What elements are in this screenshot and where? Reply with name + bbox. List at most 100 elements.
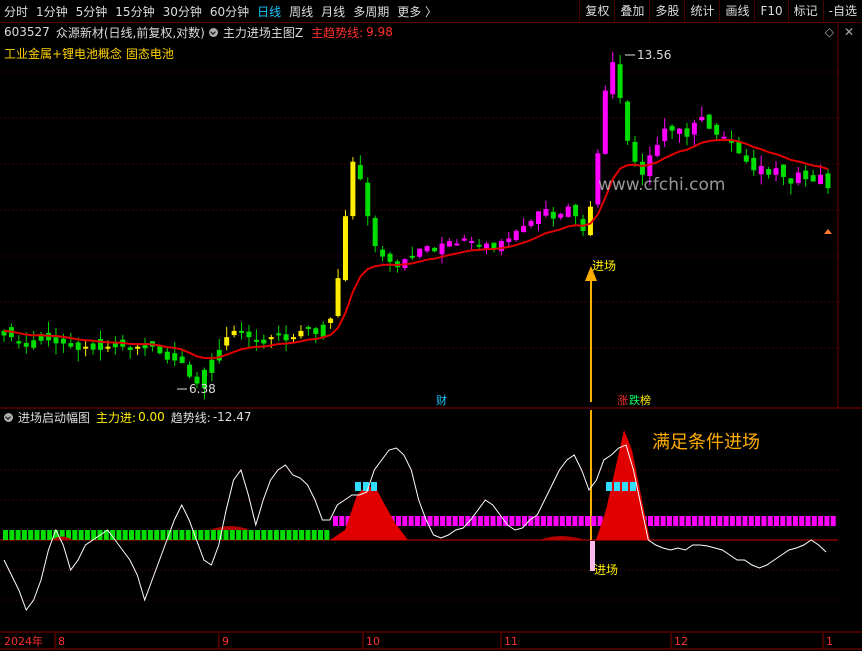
condition-annotation: 满足条件进场 [652,432,760,453]
status-block-green [40,530,46,540]
small-hump-1 [210,526,250,530]
tab-6[interactable]: 日线 [257,3,281,20]
chart-canvas[interactable]: 13.566.38进场www.cfchi.com财涨跌榜进场满足条件进场2024… [0,0,862,651]
sub-trend-label: 趋势线: [170,410,211,425]
chart-mode: (日线,前复权,对数) [103,25,205,40]
event-label-1: 涨 [617,394,628,407]
candle-46 [342,209,348,282]
status-block-green [154,530,160,540]
status-block-green [299,530,305,540]
tab-3[interactable]: 15分钟 [115,3,154,20]
candle-29 [216,338,222,364]
candle-body [127,347,133,350]
entry-label-main: 进场 [592,259,616,273]
tab-1[interactable]: 1分钟 [36,3,68,20]
candle-body [662,128,668,142]
status-block-green [267,530,273,540]
candle-body [432,247,438,252]
status-block-magenta [830,516,836,526]
status-block-green [9,530,15,540]
candle-body [825,173,831,189]
candle-45 [335,269,341,318]
status-block-magenta [742,516,748,526]
candle-108 [803,165,809,187]
candle-100 [743,148,749,164]
status-block-green [242,530,248,540]
candle-30 [224,326,230,351]
indicator-menu-icon[interactable] [208,27,218,37]
sub-indicator-menu-icon[interactable] [4,412,13,422]
candle-47 [350,157,356,220]
candle-body [53,337,59,344]
tab-2[interactable]: 5分钟 [76,3,108,20]
status-block-magenta [333,516,338,526]
candle-37 [276,325,282,341]
stock-name: 众源新材 [55,25,104,40]
tab-8[interactable]: 月线 [321,3,345,20]
candle-body [803,170,809,180]
sub-indicator-name[interactable]: 进场启动幅图 [18,409,90,426]
tool-button-6[interactable]: 标记 [787,0,823,22]
tool-button-0[interactable]: 复权 [579,0,614,22]
status-block-green [129,530,134,540]
status-block-magenta [755,516,761,526]
tool-button-4[interactable]: 画线 [719,0,754,22]
signal-marker-4 [614,482,620,491]
tool-button-5[interactable]: F10 [754,0,787,22]
tool-button-3[interactable]: 统计 [684,0,719,22]
candle-body [253,339,259,342]
candle-body [602,90,608,154]
tool-button-7[interactable]: -自选 [822,0,862,22]
tab-7[interactable]: 周线 [289,3,313,20]
status-block-magenta [339,516,345,526]
tab-5[interactable]: 60分钟 [210,3,249,20]
candle-body [380,249,386,257]
status-block-green [3,530,8,540]
status-block-magenta [534,516,540,526]
candle-5 [38,331,44,345]
tab-4[interactable]: 30分钟 [163,3,202,20]
time-label-0: 2024年 [4,634,43,648]
status-block-green [116,530,122,540]
tool-button-2[interactable]: 多股 [649,0,684,22]
event-label-0: 财 [436,393,447,407]
close-icon[interactable]: ✕ [844,25,854,39]
status-block-magenta [685,516,691,526]
tab-9[interactable]: 多周期 [353,3,389,20]
signal-marker-3 [606,482,612,491]
candle-body [766,169,772,175]
candle-94 [699,106,705,122]
candle-22 [164,346,170,364]
candle-53 [394,259,400,273]
status-block-magenta [490,516,496,526]
candle-body [387,253,393,262]
candle-body [795,172,801,183]
candle-body [283,334,289,341]
event-label-3: 榜 [640,393,651,407]
candle-61 [454,239,460,246]
candle-body [461,238,467,241]
tab-0[interactable]: 分时 [4,3,28,20]
tool-button-1[interactable]: 叠加 [614,0,649,22]
candle-38 [283,325,289,352]
candle-body [758,166,764,175]
candle-90 [669,124,675,140]
candle-23 [172,342,178,367]
candle-body [365,182,371,217]
status-block-magenta [692,516,698,526]
candle-48 [357,155,363,181]
candle-body [528,221,534,226]
candle-body [417,248,423,257]
tab-10[interactable]: 更多 〉 [397,3,437,20]
status-block-green [84,530,90,540]
status-block-green [311,530,317,540]
status-block-magenta [729,516,735,526]
status-block-magenta [515,516,521,526]
status-block-green [210,530,216,540]
candle-body [350,161,356,217]
candle-25 [187,361,193,379]
indicator-name[interactable]: 主力进场主图Z [223,24,303,41]
candle-42 [313,326,319,344]
period-toolbar: 分时 1分钟 5分钟 15分钟 30分钟 60分钟 日线 周线 月线 多周期 更多 〉 复权 叠加 多股… [0,0,862,23]
diamond-icon[interactable]: ◇ [825,25,834,39]
